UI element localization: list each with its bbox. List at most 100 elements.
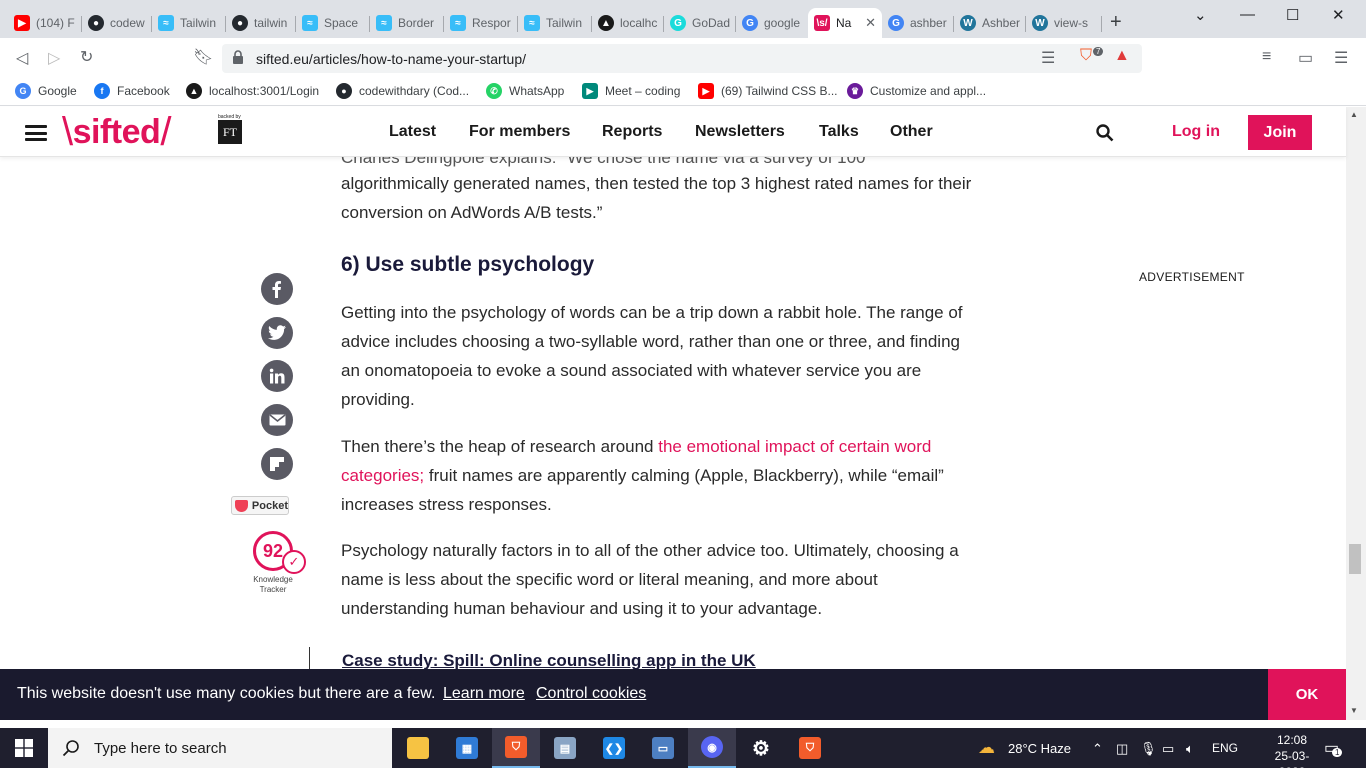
tab-label: tailwin xyxy=(254,16,288,30)
minimize-icon[interactable]: — xyxy=(1240,6,1255,23)
taskbar-settings[interactable]: ⚙ xyxy=(737,728,785,768)
paragraph-survey: algorithmically generated names, then te… xyxy=(341,174,972,222)
weather-icon[interactable]: ☁ xyxy=(978,738,995,758)
nav-for-members[interactable]: For members xyxy=(469,123,570,141)
tab-github-codew[interactable]: ● codew xyxy=(82,8,152,38)
bookmark-customize[interactable]: ♛ Customize and appl... xyxy=(847,83,986,99)
tab-ashber-wp[interactable]: W Ashber xyxy=(954,8,1026,38)
share-flipboard-button[interactable] xyxy=(261,448,293,480)
login-link[interactable]: Log in xyxy=(1172,123,1220,141)
section-heading: 6) Use subtle psychology xyxy=(341,253,595,276)
brave-rewards-icon[interactable]: ▲ xyxy=(1114,47,1130,65)
reader-mode-icon[interactable]: ☰ xyxy=(1041,48,1055,68)
nav-latest[interactable]: Latest xyxy=(389,123,436,141)
ft-logo[interactable]: FT xyxy=(218,120,242,144)
tab-label: codew xyxy=(110,16,145,30)
bookmark-facebook[interactable]: f Facebook xyxy=(94,83,170,99)
nav-reports[interactable]: Reports xyxy=(602,123,662,141)
hamburger-menu-icon[interactable] xyxy=(25,125,47,141)
tailwind-icon: ≈ xyxy=(376,15,392,31)
case-study-heading[interactable]: Case study: Spill: Online counselling ap… xyxy=(342,651,756,669)
forward-icon[interactable]: ▷ xyxy=(48,48,60,68)
bookmark-youtube-tailwind[interactable]: ▶ (69) Tailwind CSS B... xyxy=(698,83,838,99)
language-indicator[interactable]: ENG xyxy=(1212,741,1238,755)
tab-tailwind[interactable]: ≈ Tailwin xyxy=(152,8,226,38)
bookmark-codewithdary[interactable]: ● codewithdary (Cod... xyxy=(336,83,469,99)
maximize-icon[interactable]: ☐ xyxy=(1286,6,1299,24)
share-facebook-button[interactable] xyxy=(261,273,293,305)
folder-icon xyxy=(407,737,429,759)
taskbar-remote[interactable]: ▭ xyxy=(639,728,687,768)
tab-google[interactable]: G google xyxy=(736,8,808,38)
scroll-up-icon[interactable]: ▲ xyxy=(1350,110,1358,119)
tab-github-tailwin[interactable]: ● tailwin xyxy=(226,8,296,38)
bookmark-icon[interactable]: 🔖︎ xyxy=(193,47,213,67)
menu-icon[interactable]: ☰ xyxy=(1334,48,1348,68)
tab-border[interactable]: ≈ Border xyxy=(370,8,444,38)
tab-search-chevron-icon[interactable]: ⌄ xyxy=(1194,6,1207,24)
control-cookies-link[interactable]: Control cookies xyxy=(536,685,646,703)
bookmark-localhost[interactable]: ▲ localhost:3001/Login xyxy=(186,83,319,99)
taskbar-discord[interactable]: ◉ xyxy=(688,728,736,768)
bookmark-whatsapp[interactable]: ✆ WhatsApp xyxy=(486,83,564,99)
close-icon[interactable]: ✕ xyxy=(865,15,876,31)
weather-text[interactable]: 28°C Haze xyxy=(1008,741,1071,756)
sifted-logo[interactable]: \ sifted / xyxy=(62,110,171,154)
tab-ashber-google[interactable]: G ashber xyxy=(882,8,954,38)
share-linkedin-button[interactable] xyxy=(261,360,293,392)
nav-newsletters[interactable]: Newsletters xyxy=(695,123,785,141)
windows-icon xyxy=(15,739,33,757)
taskbar-control-panel[interactable]: ▦ xyxy=(443,728,491,768)
volume-icon[interactable]: 🔈︎ xyxy=(1186,741,1194,757)
tab-sifted-active[interactable]: \s/ Na ✕ xyxy=(808,8,882,38)
join-button[interactable]: Join xyxy=(1248,115,1312,150)
bookmark-label: localhost:3001/Login xyxy=(209,84,320,98)
back-icon[interactable]: ◁ xyxy=(16,48,28,68)
learn-more-link[interactable]: Learn more xyxy=(443,685,525,703)
media-icon[interactable]: ≡ xyxy=(1262,48,1271,66)
cookie-ok-button[interactable]: OK xyxy=(1268,669,1346,720)
url-text[interactable]: sifted.eu/articles/how-to-name-your-star… xyxy=(256,51,526,67)
bookmark-meet[interactable]: ▶ Meet – coding xyxy=(582,83,680,99)
bookmark-google[interactable]: G Google xyxy=(15,83,77,99)
chevron-up-icon[interactable]: ⌃ xyxy=(1092,741,1103,757)
start-button[interactable] xyxy=(0,728,48,768)
discord-icon: ◉ xyxy=(701,736,723,758)
tab-godaddy[interactable]: G GoDad xyxy=(664,8,736,38)
taskbar-vscode[interactable]: ❮❯ xyxy=(590,728,638,768)
taskbar-file-explorer[interactable] xyxy=(394,728,442,768)
tab-space[interactable]: ≈ Space xyxy=(296,8,370,38)
scrollbar-thumb[interactable] xyxy=(1349,544,1361,574)
youtube-icon: ▶ xyxy=(14,15,30,31)
nav-other[interactable]: Other xyxy=(890,123,933,141)
network-icon[interactable]: ▭ xyxy=(1162,741,1174,757)
scroll-down-icon[interactable]: ▼ xyxy=(1350,706,1358,715)
taskbar-clock[interactable]: 12:08 25-03-2022 xyxy=(1262,732,1322,780)
page-scrollbar[interactable] xyxy=(1346,107,1366,720)
webcam-icon[interactable]: ◫ xyxy=(1116,741,1128,757)
nav-talks[interactable]: Talks xyxy=(819,123,859,141)
new-tab-icon[interactable]: + xyxy=(1110,12,1122,32)
tab-tailwin[interactable]: ≈ Tailwin xyxy=(518,8,592,38)
microphone-icon[interactable]: 🎙︎ xyxy=(1140,741,1157,757)
tab-youtube[interactable]: ▶ (104) F xyxy=(8,8,82,38)
taskbar-search[interactable]: Type here to search xyxy=(48,728,392,768)
reload-icon[interactable]: ↻ xyxy=(80,47,93,67)
tab-view-s[interactable]: W view-s xyxy=(1026,8,1102,38)
search-icon[interactable] xyxy=(1096,124,1114,142)
taskbar-photos[interactable]: ▤ xyxy=(541,728,589,768)
tab-respor[interactable]: ≈ Respor xyxy=(444,8,518,38)
tab-localhost[interactable]: ▲ localhc xyxy=(592,8,664,38)
brave-shield-icon[interactable]: ⛉ xyxy=(1080,47,1092,65)
paragraph-conclusion: Psychology naturally factors in to all o… xyxy=(341,541,959,618)
taskbar-brave[interactable]: ⛉ xyxy=(492,728,540,768)
taskbar-brave-2[interactable]: ⛉ xyxy=(786,728,834,768)
window-close-icon[interactable]: ✕ xyxy=(1332,6,1345,24)
wallet-icon[interactable]: ▭ xyxy=(1298,48,1313,68)
github-icon: ● xyxy=(88,15,104,31)
share-email-button[interactable] xyxy=(261,404,293,436)
tab-label: Space xyxy=(324,16,359,30)
share-twitter-button[interactable] xyxy=(261,317,293,349)
pocket-button[interactable]: Pocket xyxy=(231,496,289,515)
gear-icon: ⚙ xyxy=(752,737,770,760)
